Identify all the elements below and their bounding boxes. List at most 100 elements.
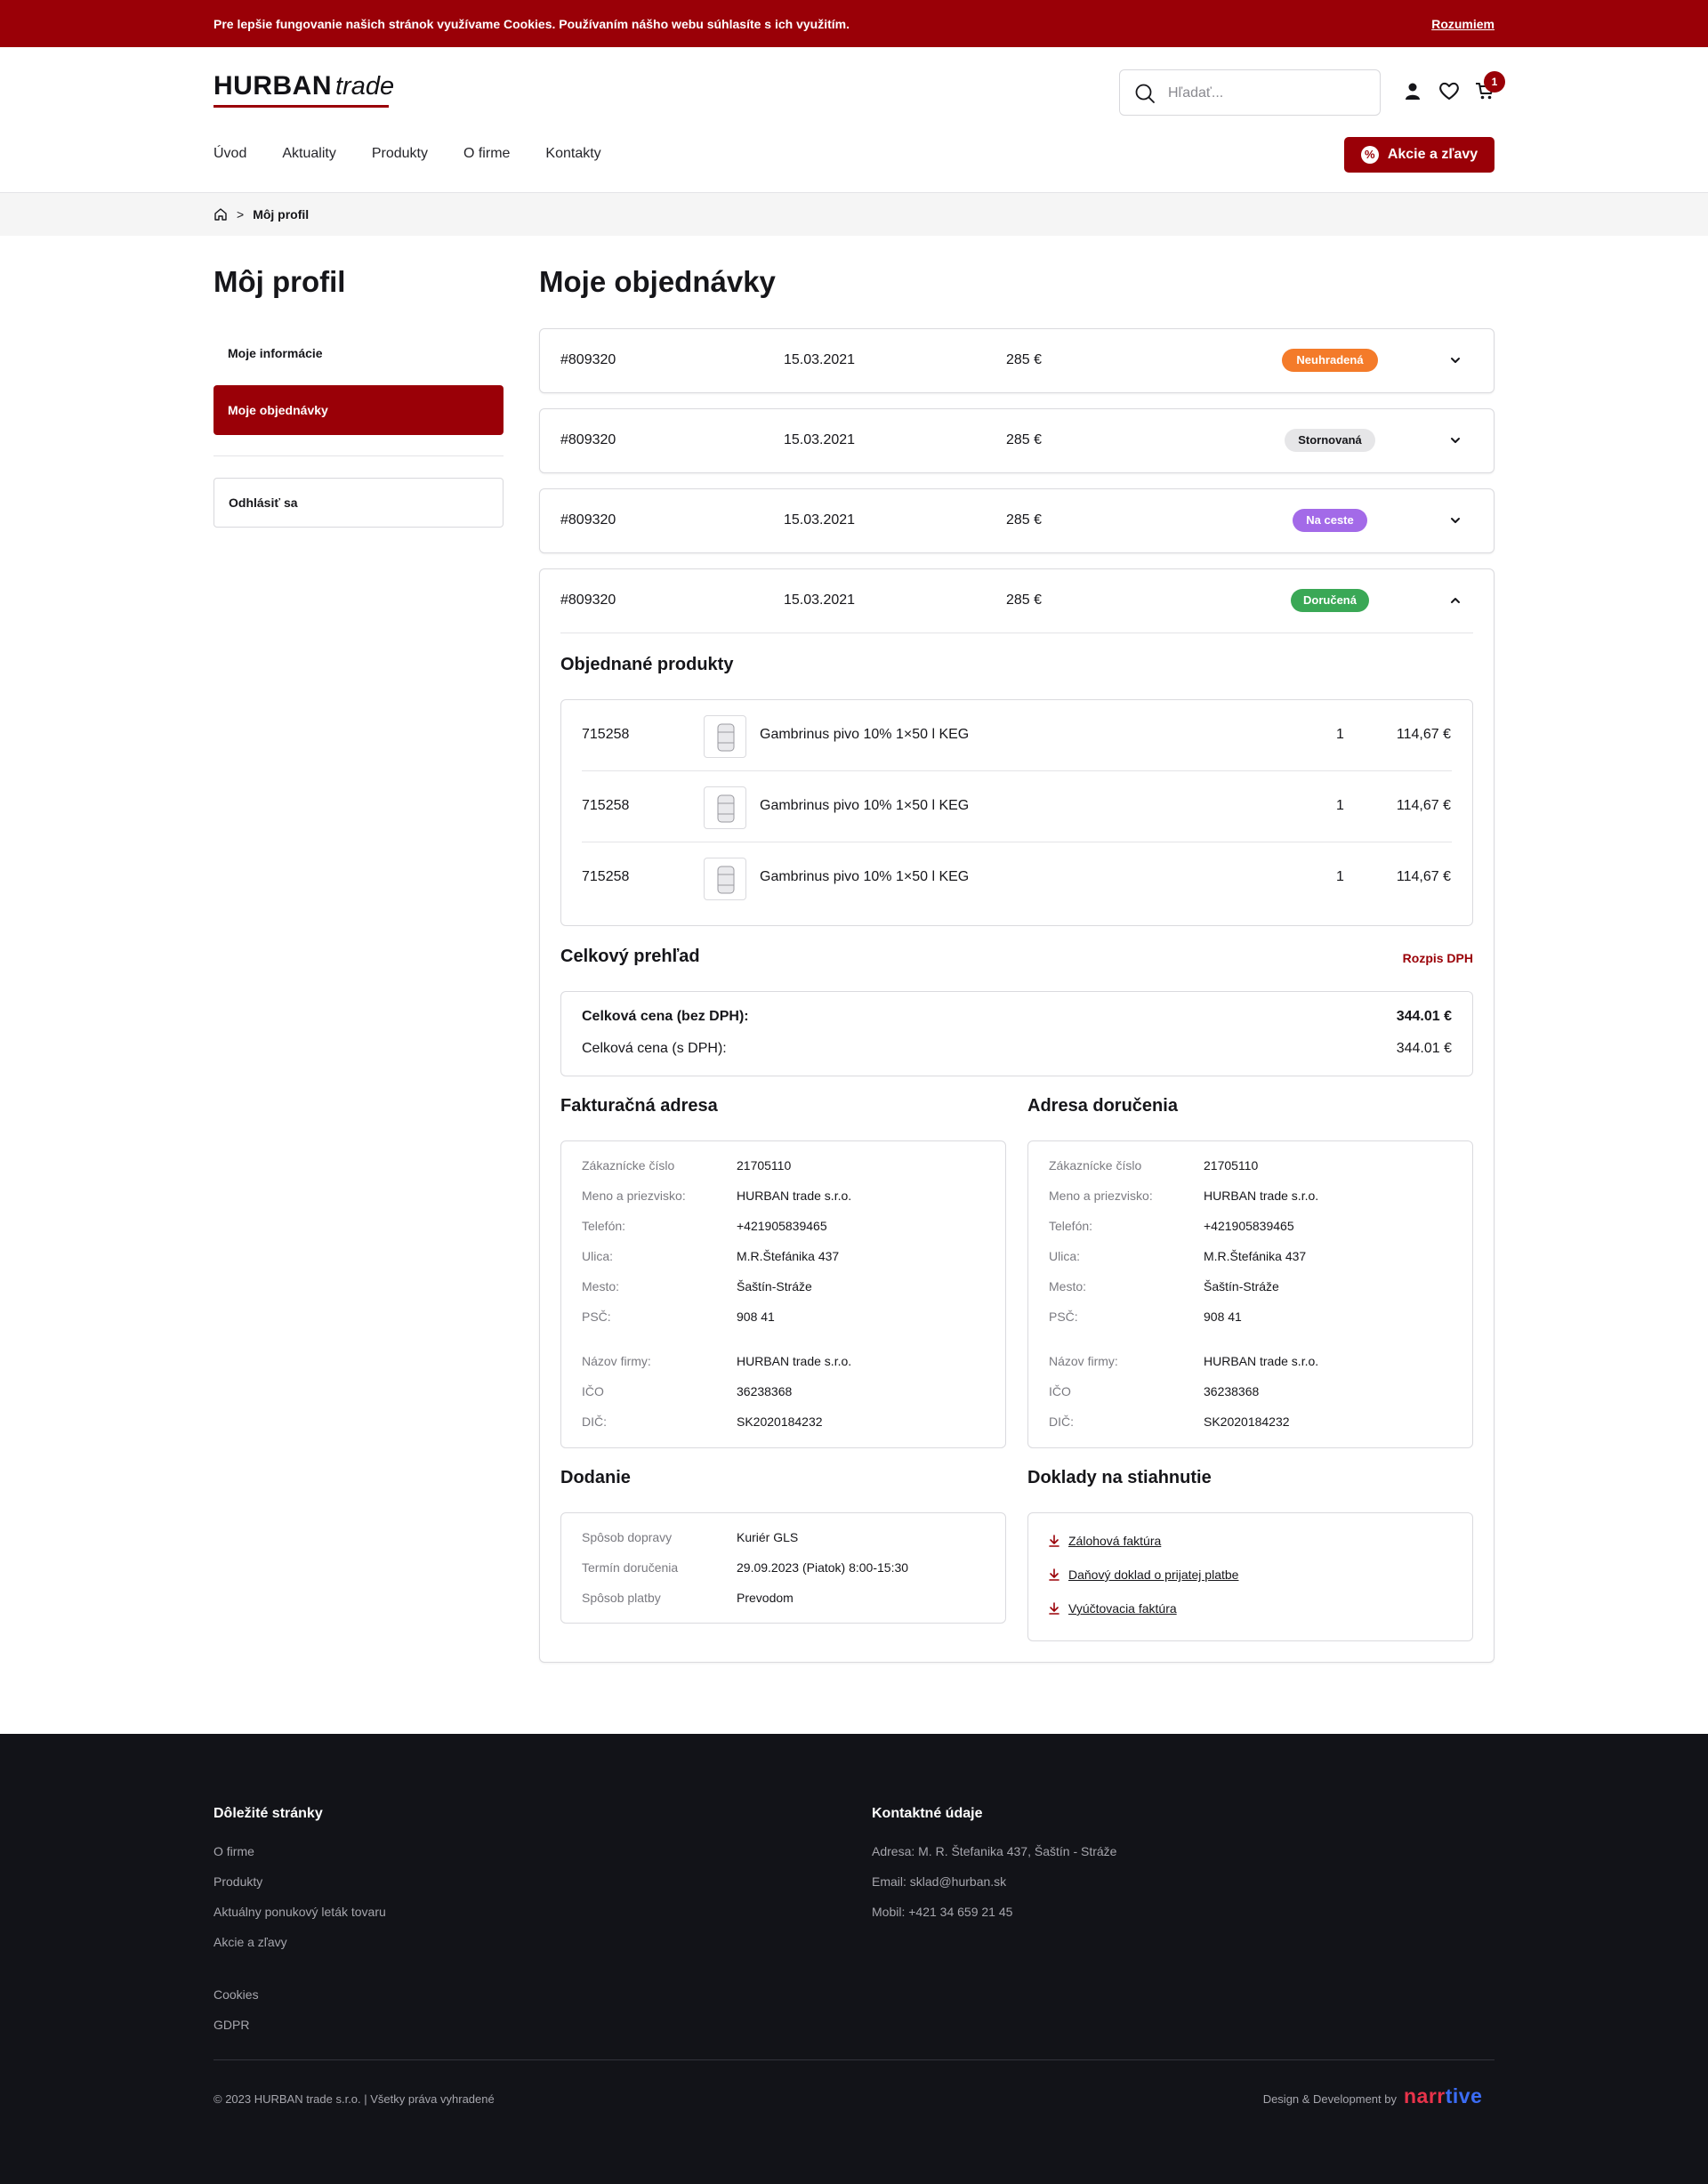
download-icon bbox=[1049, 1602, 1059, 1615]
profile-title: Môj profil bbox=[214, 265, 346, 298]
kv-value: 21705110 bbox=[1204, 1158, 1259, 1173]
site-logo[interactable]: HURBAN trade bbox=[214, 71, 394, 108]
product-code: 715258 bbox=[582, 798, 630, 813]
billing-box: Zákaznícke číslo 21705110 Meno a priezvis… bbox=[560, 1140, 1006, 1448]
kv-label: Telefón: bbox=[1049, 1219, 1093, 1233]
search-box[interactable] bbox=[1119, 69, 1381, 116]
kv-label: IČO bbox=[582, 1384, 604, 1398]
status-badge: Doručená bbox=[1291, 589, 1369, 612]
order-date: 15.03.2021 bbox=[784, 592, 856, 608]
footer-email[interactable]: Email: sklad@hurban.sk bbox=[872, 1874, 1006, 1889]
sidebar-item-my-info[interactable]: Moje informácie bbox=[214, 328, 504, 378]
product-code: 715258 bbox=[582, 869, 630, 884]
percent-icon: % bbox=[1360, 146, 1379, 164]
summary-title: Celkový prehľad bbox=[560, 947, 700, 966]
kv-value: 29.09.2023 (Piatok) 8:00-15:30 bbox=[737, 1560, 909, 1575]
kv-value: HURBAN trade s.r.o. bbox=[737, 1354, 852, 1368]
nav-item-o-firme[interactable]: O firme bbox=[463, 146, 510, 162]
vat-breakdown-link[interactable]: Rozpis DPH bbox=[1403, 951, 1473, 965]
search-input[interactable] bbox=[1168, 83, 1364, 104]
order-row[interactable]: #809320 15.03.2021 285 € Neuhradená bbox=[539, 328, 1494, 393]
kv-value: 36238368 bbox=[737, 1384, 793, 1398]
promo-button[interactable]: % Akcie a zľavy bbox=[1344, 137, 1494, 173]
product-row: 715258 Gambrinus pivo 10% 1×50 l KEG 1 1… bbox=[582, 700, 1471, 771]
kv-label: Telefón: bbox=[582, 1219, 626, 1233]
nav-item-produkty[interactable]: Produkty bbox=[372, 146, 428, 162]
summary-box: Celková cena (bez DPH): 344.01 € Celková… bbox=[560, 991, 1473, 1076]
kv-value: Šaštín-Stráže bbox=[737, 1279, 812, 1293]
product-image bbox=[704, 858, 746, 900]
kv-label: Zákaznícke číslo bbox=[1049, 1158, 1142, 1173]
heart-icon[interactable] bbox=[1438, 81, 1460, 101]
nav-item-uvod[interactable]: Úvod bbox=[214, 146, 246, 162]
total-incl-vat-row: Celková cena (s DPH): 344.01 € bbox=[582, 1041, 1452, 1057]
kv-value: Prevodom bbox=[737, 1591, 794, 1605]
footer-link[interactable]: Akcie a zľavy bbox=[214, 1935, 287, 1949]
order-detail: #809320 15.03.2021 285 € Doručená Objedn… bbox=[539, 568, 1494, 1663]
chevron-up-icon[interactable] bbox=[1449, 594, 1462, 607]
home-icon[interactable] bbox=[214, 207, 228, 222]
chevron-down-icon[interactable] bbox=[1449, 514, 1462, 527]
footer-address: Adresa: M. R. Štefanika 437, Šaštín - St… bbox=[872, 1844, 1117, 1858]
product-qty: 1 bbox=[1336, 727, 1344, 742]
download-link[interactable]: Zálohová faktúra bbox=[1049, 1534, 1161, 1548]
products-title: Objednané produkty bbox=[560, 655, 734, 674]
kv-label: Spôsob platby bbox=[582, 1591, 661, 1605]
order-row[interactable]: #809320 15.03.2021 285 € Stornovaná bbox=[539, 408, 1494, 473]
kv-label: Mesto: bbox=[582, 1279, 620, 1293]
footer-link[interactable]: O firme bbox=[214, 1844, 254, 1858]
order-total: 285 € bbox=[1006, 352, 1043, 367]
kv-label: Názov firmy: bbox=[582, 1354, 651, 1368]
chevron-down-icon[interactable] bbox=[1449, 434, 1462, 447]
kv-value: +421905839465 bbox=[1204, 1219, 1294, 1233]
kv-label: Mesto: bbox=[1049, 1279, 1087, 1293]
footer-contact-title: Kontaktné údaje bbox=[872, 1806, 983, 1821]
kv-value: 908 41 bbox=[737, 1310, 775, 1324]
breadcrumb-current: Môj profil bbox=[253, 207, 310, 222]
footer-link[interactable]: Aktuálny ponukový leták tovaru bbox=[214, 1905, 386, 1919]
product-price: 114,67 € bbox=[1396, 798, 1451, 813]
footer-link[interactable]: GDPR bbox=[214, 2018, 249, 2032]
cookie-bar: Pre lepšie fungovanie našich stránok vyu… bbox=[0, 0, 1708, 47]
kv-label: DIČ: bbox=[1049, 1414, 1074, 1429]
total-incl-vat-value: 344.01 € bbox=[1396, 1041, 1452, 1056]
kv-value: HURBAN trade s.r.o. bbox=[1204, 1354, 1319, 1368]
total-excl-vat-row: Celková cena (bez DPH): 344.01 € bbox=[582, 1009, 1452, 1025]
product-code: 715258 bbox=[582, 727, 630, 742]
order-date: 15.03.2021 bbox=[784, 352, 856, 367]
order-row[interactable]: #809320 15.03.2021 285 € Na ceste bbox=[539, 488, 1494, 553]
sidebar-item-my-orders[interactable]: Moje objednávky bbox=[214, 385, 504, 435]
footer-link[interactable]: Cookies bbox=[214, 1987, 259, 2002]
kv-label: Názov firmy: bbox=[1049, 1354, 1118, 1368]
kv-label: Meno a priezvisko: bbox=[582, 1189, 686, 1203]
footer-important-pages-title: Dôležité stránky bbox=[214, 1806, 323, 1821]
delivery-title: Dodanie bbox=[560, 1468, 631, 1487]
chevron-down-icon[interactable] bbox=[1449, 354, 1462, 367]
footer-phone[interactable]: Mobil: +421 34 659 21 45 bbox=[872, 1905, 1012, 1919]
footer-divider bbox=[214, 2059, 1494, 2060]
products-table: 715258 Gambrinus pivo 10% 1×50 l KEG 1 1… bbox=[560, 699, 1473, 926]
kv-value: 21705110 bbox=[737, 1158, 792, 1173]
nav-item-aktuality[interactable]: Aktuality bbox=[282, 146, 335, 162]
download-icon bbox=[1049, 1535, 1059, 1547]
order-id: #809320 bbox=[560, 592, 616, 608]
product-price: 114,67 € bbox=[1396, 727, 1451, 742]
kv-value: 36238368 bbox=[1204, 1384, 1260, 1398]
user-icon[interactable] bbox=[1404, 82, 1422, 101]
cookie-accept-link[interactable]: Rozumiem bbox=[1431, 17, 1494, 31]
download-icon bbox=[1049, 1568, 1059, 1581]
download-link[interactable]: Daňový doklad o prijatej platbe bbox=[1049, 1567, 1238, 1582]
nav-item-kontakty[interactable]: Kontakty bbox=[545, 146, 600, 162]
order-id: #809320 bbox=[560, 512, 616, 528]
kv-label: Zákaznícke číslo bbox=[582, 1158, 675, 1173]
order-row[interactable]: #809320 15.03.2021 285 € Doručená bbox=[540, 569, 1494, 633]
status-badge: Neuhradená bbox=[1282, 349, 1378, 372]
developer-logo-part-a: narr bbox=[1404, 2084, 1446, 2107]
download-link[interactable]: Vyúčtovacia faktúra bbox=[1049, 1601, 1177, 1616]
keg-icon bbox=[717, 723, 735, 752]
kv-value: SK2020184232 bbox=[737, 1414, 823, 1429]
logout-button[interactable]: Odhlásiť sa bbox=[214, 478, 504, 528]
product-image bbox=[704, 715, 746, 758]
developer-logo[interactable]: narrtive bbox=[1404, 2084, 1482, 2108]
footer-link[interactable]: Produkty bbox=[214, 1874, 262, 1889]
